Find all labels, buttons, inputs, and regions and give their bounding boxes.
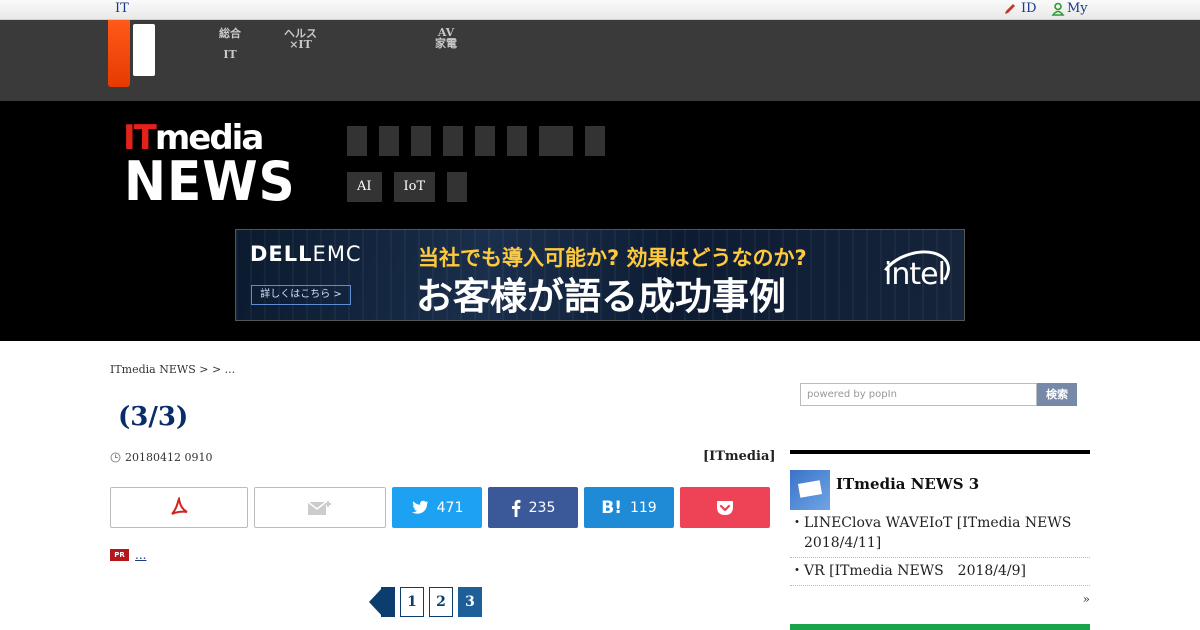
network-link-health[interactable]: ヘルス ×IT <box>284 28 317 50</box>
hatena-count: 119 <box>629 499 657 516</box>
banner-brand-main: DELL <box>250 242 313 266</box>
category-item[interactable] <box>539 126 573 156</box>
site-logo-news[interactable]: NEWS <box>124 150 296 213</box>
category-item-ai[interactable]: AI <box>347 172 382 202</box>
pr-link[interactable]: ... <box>135 548 146 562</box>
pagination: 1 2 3 <box>369 587 482 617</box>
newsletter-item-text: VR [ITmedia NEWS 2018/4/9] <box>804 563 1027 579</box>
category-item[interactable] <box>447 172 468 202</box>
newsletter-item[interactable]: ・VR [ITmedia NEWS 2018/4/9] <box>790 558 1090 586</box>
newsletter-header: ITmedia NEWS 3 <box>790 454 1090 510</box>
mail-share-button[interactable] <box>254 487 386 528</box>
newsletter-item-text: LINEClova WAVEIoT [ITmedia NEWS 2018/4/1… <box>804 515 1086 551</box>
mail-plus-icon <box>307 500 331 515</box>
sidebar-green-bar <box>790 624 1090 630</box>
twitter-icon <box>411 500 428 514</box>
site-search: powered by popIn 検索 <box>800 383 1077 406</box>
pocket-icon <box>717 500 733 515</box>
pocket-button[interactable] <box>680 487 770 528</box>
hatena-bookmark-button[interactable]: B! 119 <box>584 487 674 528</box>
breadcrumb[interactable]: ITmedia NEWS > > ... <box>110 363 235 376</box>
prev-arrow-body <box>381 587 395 617</box>
share-bar: 471 235 B! 119 <box>110 487 770 528</box>
category-nav-primary <box>347 126 605 156</box>
network-bar: 総合 IT ヘルス ×IT AV 家電 <box>0 20 1200 101</box>
banner-brand: DELLEMC <box>250 242 362 266</box>
page-link-current[interactable]: 3 <box>458 587 482 617</box>
article-date-text: 20180412 0910 <box>125 451 213 464</box>
util-it-link[interactable]: IT <box>115 1 129 16</box>
banner-cta-button[interactable]: 詳しくはこちら > <box>251 285 351 305</box>
ad-banner[interactable]: DELLEMC 詳しくはこちら > 当社でも導入可能か? 効果はどうなのか? お… <box>235 229 965 321</box>
category-item[interactable] <box>411 126 431 156</box>
network-link-line2: ×IT <box>289 38 312 51</box>
category-item[interactable] <box>443 126 463 156</box>
category-item[interactable] <box>585 126 605 156</box>
category-item-iot[interactable]: IoT <box>393 172 436 202</box>
network-logo[interactable] <box>108 20 130 87</box>
pr-row: PR ... <box>110 548 146 562</box>
article-source: [ITmedia] <box>703 449 776 464</box>
category-item[interactable] <box>347 126 367 156</box>
user-icon <box>1051 2 1065 16</box>
page-link-1[interactable]: 1 <box>400 587 424 617</box>
hatena-icon: B! <box>601 497 622 518</box>
pencil-icon <box>1005 3 1015 14</box>
newsletter-title[interactable]: ITmedia NEWS 3 <box>836 475 979 493</box>
twitter-share-button[interactable]: 471 <box>392 487 482 528</box>
network-logo-mark <box>133 24 155 76</box>
network-link-line2: IT <box>223 48 237 61</box>
util-id-link[interactable]: ID <box>1003 1 1037 16</box>
newsletter-box: ITmedia NEWS 3 ・LINEClova WAVEIoT [ITmed… <box>790 450 1090 606</box>
site-header: ITmedia NEWS AI IoT DELLEMC 詳しくはこちら > 当社… <box>0 101 1200 341</box>
newsletter-item[interactable]: ・LINEClova WAVEIoT [ITmedia NEWS 2018/4/… <box>790 510 1090 558</box>
facebook-share-button[interactable]: 235 <box>488 487 578 528</box>
banner-partner-logo: intel <box>884 257 946 292</box>
banner-subheadline: お客様が語る成功事例 <box>416 275 786 318</box>
clock-icon <box>110 452 121 463</box>
category-item[interactable] <box>507 126 527 156</box>
banner-brand-suffix: EMC <box>312 242 362 266</box>
category-nav-secondary: AI IoT <box>347 172 468 202</box>
facebook-icon <box>511 499 521 517</box>
util-my-link[interactable]: My <box>1051 1 1088 16</box>
more-link[interactable]: » <box>790 586 1090 606</box>
search-button[interactable]: 検索 <box>1037 383 1077 406</box>
pdf-button[interactable] <box>110 487 248 528</box>
utility-bar: IT ID My <box>0 0 1200 20</box>
article-date: 20180412 0910 <box>110 451 212 464</box>
facebook-count: 235 <box>528 499 556 516</box>
network-link-line1: 総合 <box>219 27 241 40</box>
page-link-2[interactable]: 2 <box>429 587 453 617</box>
page-title: (3/3) <box>118 402 189 432</box>
category-item[interactable] <box>379 126 399 156</box>
network-link-line2: 家電 <box>435 37 457 50</box>
util-my-label: My <box>1067 1 1088 16</box>
util-id-label: ID <box>1021 1 1037 16</box>
network-link-general[interactable]: 総合 IT <box>219 28 241 60</box>
search-input[interactable]: powered by popIn <box>800 383 1037 406</box>
mail-icon <box>790 470 830 510</box>
pdf-icon <box>171 496 188 515</box>
prev-page-button[interactable] <box>369 587 395 617</box>
network-link-av[interactable]: AV 家電 <box>435 27 457 49</box>
twitter-count: 471 <box>436 499 464 516</box>
category-item[interactable] <box>475 126 495 156</box>
pr-badge: PR <box>110 549 129 561</box>
